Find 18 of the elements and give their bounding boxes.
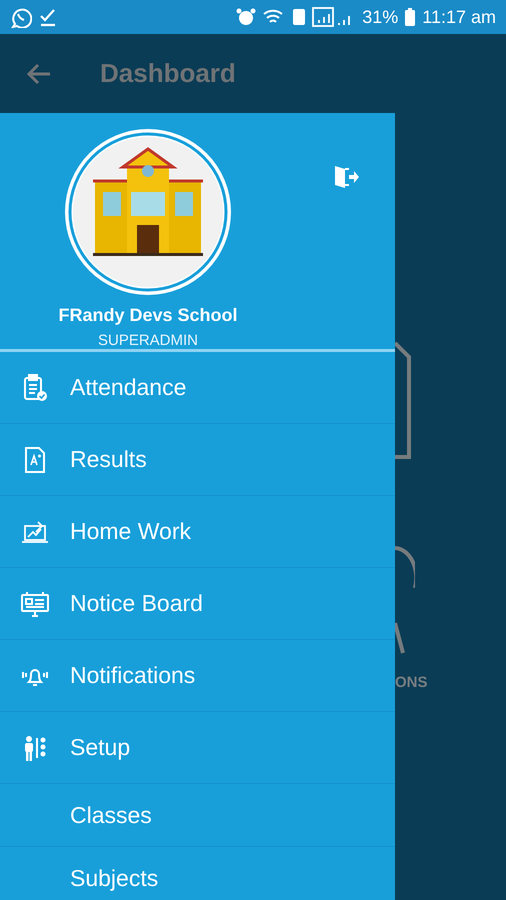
status-time: 11:17 am	[422, 6, 496, 28]
chat-app-icon	[10, 6, 32, 28]
document-grade-icon	[22, 446, 48, 474]
tile-label: ONS	[395, 674, 428, 691]
notice-board-icon	[20, 590, 50, 618]
people-settings-icon	[22, 734, 48, 762]
back-arrow-icon[interactable]	[26, 62, 52, 84]
alarm-icon	[236, 7, 256, 27]
screen-title: Dashboard	[100, 58, 236, 89]
download-done-icon	[38, 7, 58, 27]
school-name: FRandy Devs School	[58, 305, 238, 326]
user-role: SUPERADMIN	[98, 332, 198, 349]
clipboard-icon	[22, 374, 48, 402]
battery-percent: 31%	[362, 6, 398, 28]
logout-icon[interactable]	[333, 164, 359, 190]
school-building-icon	[63, 127, 233, 297]
battery-icon	[404, 7, 416, 27]
sim-card-icon	[292, 8, 306, 26]
